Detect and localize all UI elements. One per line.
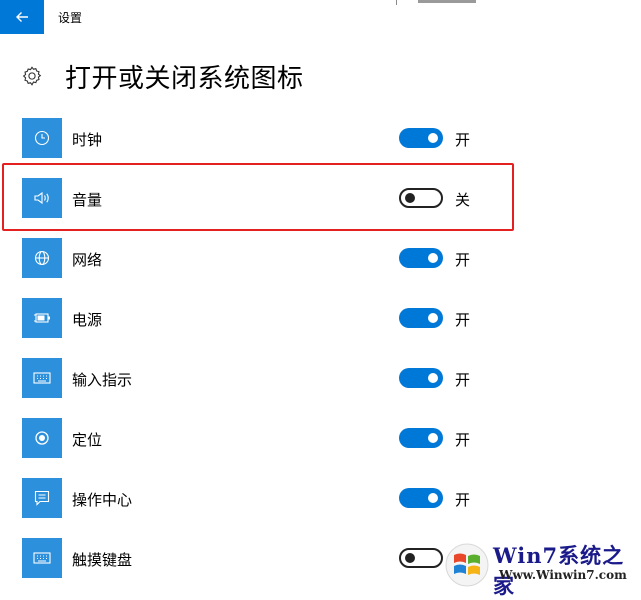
clock-icon [22, 118, 62, 158]
clock-toggle[interactable] [399, 128, 443, 148]
toggle-knob [428, 313, 438, 323]
toggle-knob [428, 373, 438, 383]
setting-row-network: 网络 开 [0, 238, 641, 298]
page-title: 打开或关闭系统图标 [65, 63, 304, 94]
toggle-knob [405, 553, 415, 563]
page-header: 打开或关闭系统图标 [20, 58, 304, 94]
location-icon [22, 418, 62, 458]
network-icon [22, 238, 62, 278]
touch-keyboard-icon [22, 538, 62, 578]
toggle-state-text: 开 [455, 131, 471, 149]
setting-row-power: 电源 开 [0, 298, 641, 358]
toggle-state-text: 开 [455, 431, 471, 449]
setting-label: 时钟 [72, 131, 103, 149]
toggle-knob [428, 493, 438, 503]
toggle-state-text: 开 [455, 311, 471, 329]
setting-label: 定位 [72, 431, 103, 449]
setting-label: 触摸键盘 [72, 551, 133, 569]
toggle-knob [428, 253, 438, 263]
input-indicator-toggle[interactable] [399, 368, 443, 388]
setting-label: 网络 [72, 251, 103, 269]
power-toggle[interactable] [399, 308, 443, 328]
setting-row-input-indicator: 输入指示 开 [0, 358, 641, 418]
back-button[interactable] [0, 0, 44, 34]
back-arrow-icon [16, 12, 28, 22]
setting-label: 输入指示 [72, 371, 133, 389]
setting-row-location: 定位 开 [0, 418, 641, 478]
gear-icon [20, 64, 44, 88]
title-bar: 设置 [0, 0, 641, 34]
location-toggle[interactable] [399, 428, 443, 448]
power-icon [22, 298, 62, 338]
action-center-icon [22, 478, 62, 518]
highlight-box [2, 163, 514, 231]
toggle-state-text: 开 [455, 251, 471, 269]
toggle-knob [428, 433, 438, 443]
watermark-url: Www.Winwin7.com [499, 568, 627, 582]
setting-label: 操作中心 [72, 491, 133, 509]
windows-logo-icon [445, 543, 489, 587]
action-center-toggle[interactable] [399, 488, 443, 508]
keyboard-icon [22, 358, 62, 398]
toggle-state-text: 开 [455, 371, 471, 389]
background-window-fragment [396, 0, 641, 5]
app-title: 设置 [58, 11, 83, 25]
setting-row-action-center: 操作中心 开 [0, 478, 641, 538]
touch-keyboard-toggle[interactable] [399, 548, 443, 568]
site-watermark: Win7系统之家 Www.Winwin7.com [443, 540, 641, 598]
toggle-state-text: 开 [455, 491, 471, 509]
toggle-knob [428, 133, 438, 143]
setting-label: 电源 [72, 311, 103, 329]
network-toggle[interactable] [399, 248, 443, 268]
